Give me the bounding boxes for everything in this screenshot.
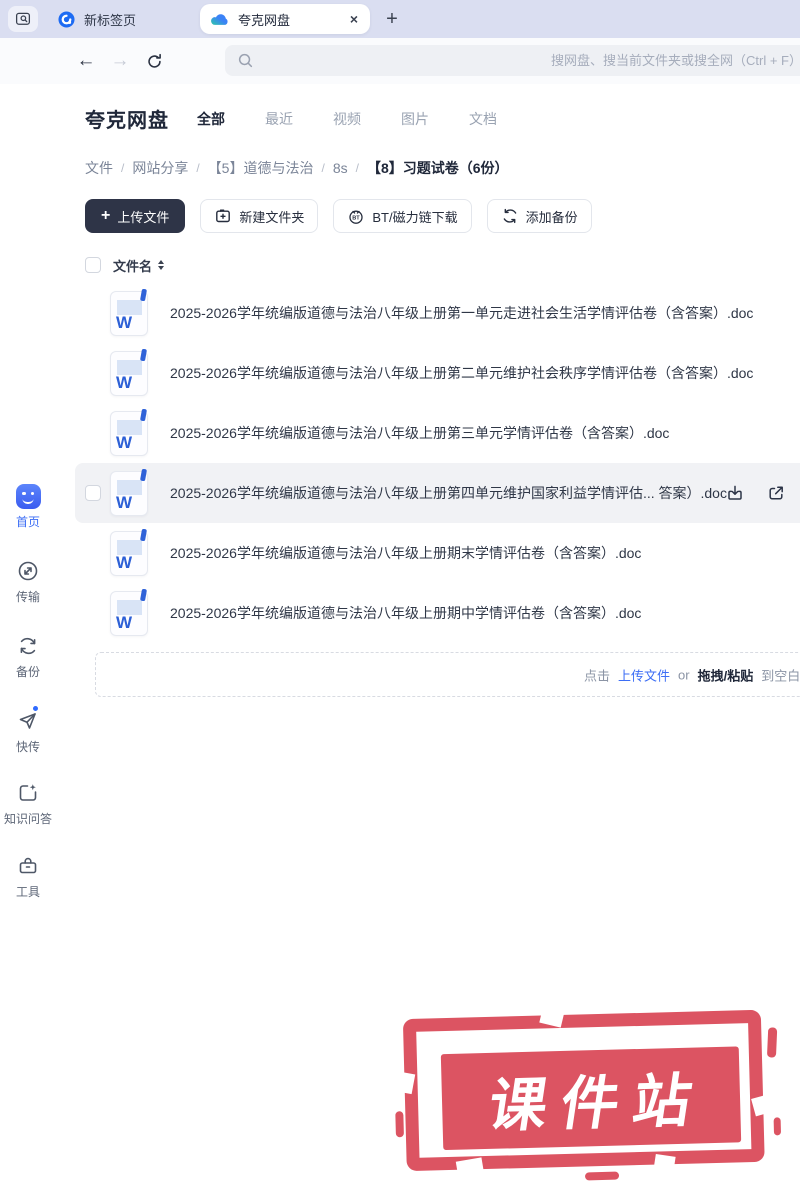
search-bar[interactable] (225, 45, 800, 76)
file-name[interactable]: 2025-2026学年统编版道德与法治八年级上册期末学情评估卷（含答案）.doc (170, 543, 641, 563)
search-icon (238, 53, 253, 68)
breadcrumb-separator: / (321, 161, 325, 175)
sidebar-item-fast-transfer[interactable]: 快传 (0, 705, 56, 755)
transfer-icon (15, 558, 41, 584)
sidebar-item-backup[interactable]: 备份 (0, 633, 56, 680)
tab-all[interactable]: 全部 (197, 109, 225, 129)
file-row[interactable]: W 2025-2026学年统编版道德与法治八年级上册期中学情评估卷（含答案）.d… (75, 583, 800, 643)
sidebar-item-home[interactable]: 首页 (0, 483, 56, 530)
tab-new-tab[interactable]: 新标签页 (44, 0, 150, 38)
browser-toolbar: ← → (0, 38, 800, 84)
search-input[interactable] (254, 45, 800, 76)
tab-title: 夸克网盘 (238, 12, 291, 28)
upload-file-button[interactable]: + 上传文件 (85, 199, 186, 233)
download-button[interactable] (725, 483, 745, 503)
file-row[interactable]: W 2025-2026学年统编版道德与法治八年级上册第一单元走进社会生活学情评估… (75, 283, 800, 343)
close-tab-icon[interactable]: × (348, 11, 360, 27)
word-doc-icon: W (110, 348, 148, 396)
paper-plane-icon (15, 705, 41, 734)
folder-plus-icon (216, 209, 231, 223)
breadcrumb-separator: / (121, 161, 125, 175)
breadcrumb: 文件 / 网站分享 / 【5】道德与法治 / 8s / 【8】习题试卷（6份） (85, 158, 509, 178)
breadcrumb-morality-law[interactable]: 【5】道德与法治 (208, 158, 314, 178)
file-name[interactable]: 2025-2026学年统编版道德与法治八年级上册第一单元走进社会生活学情评估卷（… (170, 303, 753, 323)
back-button[interactable]: ← (75, 50, 97, 72)
breadcrumb-8s[interactable]: 8s (333, 160, 348, 176)
category-tabs: 全部 最近 视频 图片 文档 (197, 109, 497, 129)
file-name[interactable]: 2025-2026学年统编版道德与法治八年级上册第二单元维护社会秩序学情评估卷（… (170, 363, 753, 383)
tab-title: 新标签页 (84, 12, 137, 28)
forward-button[interactable]: → (109, 50, 131, 72)
refresh-icon (147, 53, 161, 68)
file-row[interactable]: W 2025-2026学年统编版道德与法治八年级上册第三单元学情评估卷（含答案）… (75, 403, 800, 463)
sidebar-item-tools[interactable]: 工具 (0, 853, 56, 900)
word-doc-icon: W (110, 288, 148, 336)
select-all-checkbox[interactable] (85, 257, 101, 273)
knowledge-qa-icon (15, 780, 41, 806)
breadcrumb-separator: / (196, 161, 200, 175)
stamp-frame (402, 1009, 765, 1172)
open-external-button[interactable] (766, 483, 786, 503)
browser-tab-bar: 新标签页 夸克网盘 × + (0, 0, 800, 38)
file-row-hovered[interactable]: W 2025-2026学年统编版道德与法治八年级上册第四单元维护国家利益学情评估… (75, 463, 800, 523)
home-icon (15, 483, 41, 509)
breadcrumb-files[interactable]: 文件 (85, 158, 113, 178)
open-external-icon (769, 486, 783, 500)
page-title: 夸克网盘 (85, 110, 169, 132)
tab-image[interactable]: 图片 (401, 109, 429, 129)
file-name[interactable]: 2025-2026学年统编版道德与法治八年级上册期中学情评估卷（含答案）.doc (170, 603, 641, 623)
new-tab-button[interactable]: + (378, 5, 406, 33)
download-icon (728, 485, 742, 500)
sidebar-item-transfer[interactable]: 传输 (0, 558, 56, 605)
tab-video[interactable]: 视频 (333, 109, 361, 129)
sort-toggle-icon[interactable] (158, 260, 165, 270)
sidebar-item-knowledge-qa[interactable]: 知识问答 (0, 780, 56, 827)
breadcrumb-current-folder: 【8】习题试卷（6份） (366, 160, 509, 176)
tab-document[interactable]: 文档 (469, 109, 497, 129)
upload-file-link[interactable]: 上传文件 (618, 665, 670, 684)
column-file-name[interactable]: 文件名 (113, 256, 152, 275)
left-sidebar: 首页 传输 备份 快传 知识问答 工具 (0, 84, 56, 1200)
refresh-button[interactable] (143, 50, 165, 72)
row-checkbox[interactable] (85, 485, 101, 501)
watermark-stamp: 课件站 (395, 1001, 800, 1195)
bt-icon: BT (349, 210, 364, 224)
backup-circle-icon (503, 208, 516, 224)
file-name[interactable]: 2025-2026学年统编版道德与法治八年级上册第三单元学情评估卷（含答案）.d… (170, 423, 669, 443)
breadcrumb-separator: / (355, 161, 359, 175)
stamp-inner: 课件站 (440, 1046, 742, 1151)
file-list: W 2025-2026学年统编版道德与法治八年级上册第一单元走进社会生活学情评估… (75, 283, 800, 643)
add-backup-button[interactable]: 添加备份 (486, 199, 592, 233)
word-doc-icon: W (110, 588, 148, 636)
stamp-text: 课件站 (484, 1068, 711, 1140)
word-doc-icon: W (110, 408, 148, 456)
quark-browser-logo-icon (58, 10, 75, 28)
notification-dot (32, 705, 39, 712)
file-name[interactable]: 2025-2026学年统编版道德与法治八年级上册第四单元维护国家利益学情评估..… (170, 483, 727, 503)
word-doc-icon: W (110, 468, 148, 516)
file-table-header: 文件名 (85, 250, 800, 280)
new-folder-button[interactable]: 新建文件夹 (200, 199, 319, 233)
panel-search-icon (15, 12, 31, 25)
quark-drive-cloud-icon (211, 14, 228, 25)
upload-hint: 点击 上传文件 or 拖拽/粘贴 到空白处 (584, 665, 800, 684)
plus-icon: + (101, 207, 111, 224)
side-panel-search-button[interactable] (8, 6, 38, 32)
bt-magnet-download-button[interactable]: BT BT/磁力链下载 (333, 199, 472, 233)
breadcrumb-site-share[interactable]: 网站分享 (132, 158, 188, 178)
svg-text:BT: BT (353, 215, 361, 221)
tab-quark-drive[interactable]: 夸克网盘 × (200, 4, 370, 34)
file-row[interactable]: W 2025-2026学年统编版道德与法治八年级上册第二单元维护社会秩序学情评估… (75, 343, 800, 403)
file-row[interactable]: W 2025-2026学年统编版道德与法治八年级上册期末学情评估卷（含答案）.d… (75, 523, 800, 583)
upload-dropzone[interactable]: 点击 上传文件 or 拖拽/粘贴 到空白处 (95, 652, 800, 697)
toolbox-icon (15, 853, 41, 879)
backup-sync-icon (15, 633, 41, 659)
tab-recent[interactable]: 最近 (265, 109, 293, 129)
action-buttons: + 上传文件 新建文件夹 BT BT/磁力链下载 添加备份 (85, 199, 592, 233)
word-doc-icon: W (110, 528, 148, 576)
